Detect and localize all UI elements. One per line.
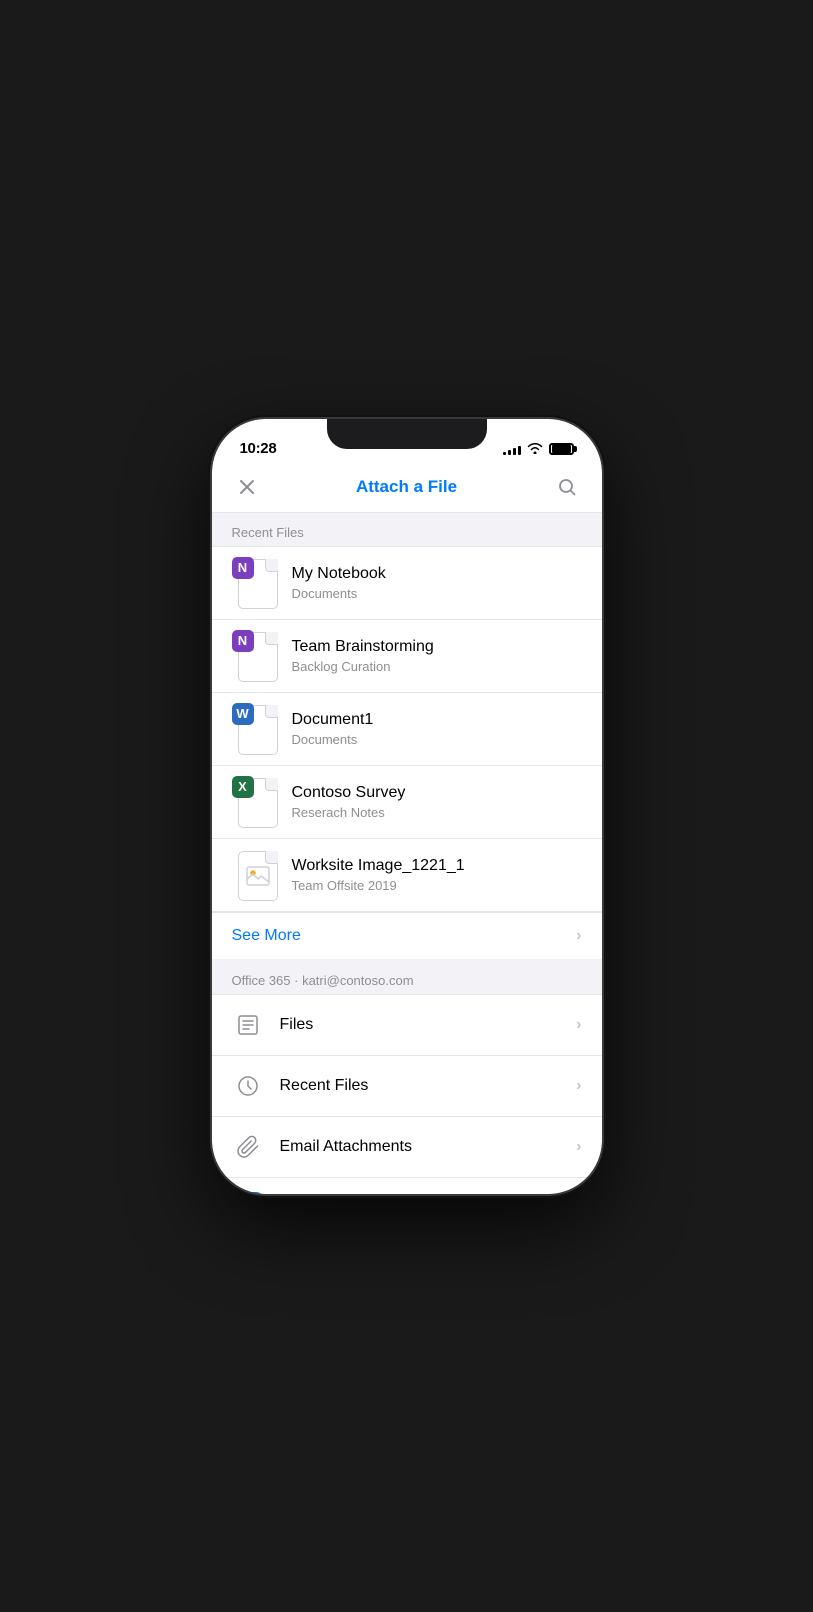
files-icon	[232, 1009, 264, 1041]
files-nav-item[interactable]: Files ›	[212, 995, 602, 1056]
see-more-label: See More	[232, 927, 301, 945]
file-info: Worksite Image_1221_1 Team Offsite 2019	[292, 856, 582, 894]
status-icons	[503, 442, 574, 457]
file-location: Documents	[292, 586, 582, 601]
file-location: Reserach Notes	[292, 805, 582, 820]
list-item[interactable]: X Contoso Survey Reserach Notes	[212, 766, 602, 839]
paperclip-icon	[232, 1131, 264, 1163]
see-more-recent-button[interactable]: See More ›	[212, 912, 602, 959]
file-info: Document1 Documents	[292, 710, 582, 748]
list-item[interactable]: N Team Brainstorming Backlog Curation	[212, 620, 602, 693]
file-icon-word: W	[232, 703, 278, 755]
clock-icon	[232, 1070, 264, 1102]
file-info: Team Brainstorming Backlog Curation	[292, 637, 582, 675]
file-location: Team Offsite 2019	[292, 878, 582, 893]
chevron-right-icon: ›	[576, 1138, 581, 1156]
list-item[interactable]: N My Notebook Documents	[212, 547, 602, 620]
status-time: 10:28	[240, 440, 277, 457]
file-icon-onenote: N	[232, 630, 278, 682]
content-area: Recent Files N My Notebook Documents	[212, 513, 602, 1194]
chevron-right-icon: ›	[576, 927, 581, 945]
chevron-right-icon: ›	[576, 1016, 581, 1034]
nav-bar: Attach a File	[212, 463, 602, 513]
office-nav-list: Files › Recent Files ›	[212, 994, 602, 1194]
recent-files-list: N My Notebook Documents N Team Brainstor…	[212, 546, 602, 912]
chevron-right-icon: ›	[576, 1077, 581, 1095]
excel-badge: X	[232, 776, 254, 798]
file-name: My Notebook	[292, 564, 582, 585]
email-attachments-label: Email Attachments	[280, 1138, 561, 1156]
files-label: Files	[280, 1016, 561, 1034]
onenote-badge: N	[232, 557, 254, 579]
file-name: Team Brainstorming	[292, 637, 582, 658]
recent-files-nav-item[interactable]: Recent Files ›	[212, 1056, 602, 1117]
file-icon-onenote: N	[232, 557, 278, 609]
file-icon-excel: X	[232, 776, 278, 828]
file-location: Documents	[292, 732, 582, 747]
onenote-badge: N	[232, 630, 254, 652]
image-icon	[246, 866, 270, 886]
wifi-icon	[527, 442, 543, 457]
email-attachments-nav-item[interactable]: Email Attachments ›	[212, 1117, 602, 1178]
office-section-header: Office 365 · katri@contoso.com	[212, 959, 602, 994]
notch	[327, 419, 487, 449]
file-name: Document1	[292, 710, 582, 731]
phone-screen: 10:28	[212, 419, 602, 1194]
search-button[interactable]	[552, 472, 582, 502]
contoso-suites-nav-item[interactable]: CS Contoso Suites ›	[212, 1178, 602, 1194]
file-name: Worksite Image_1221_1	[292, 856, 582, 877]
file-info: My Notebook Documents	[292, 564, 582, 602]
file-info: Contoso Survey Reserach Notes	[292, 783, 582, 821]
signal-icon	[503, 443, 521, 455]
list-item[interactable]: Worksite Image_1221_1 Team Offsite 2019	[212, 839, 602, 911]
battery-icon	[549, 443, 574, 455]
word-badge: W	[232, 703, 254, 725]
list-item[interactable]: W Document1 Documents	[212, 693, 602, 766]
recent-files-header: Recent Files	[212, 513, 602, 546]
file-location: Backlog Curation	[292, 659, 582, 674]
phone-frame: 10:28	[212, 419, 602, 1194]
recent-files-label: Recent Files	[280, 1077, 561, 1095]
nav-title: Attach a File	[356, 477, 457, 497]
contoso-suites-badge: CS	[232, 1192, 264, 1194]
file-name: Contoso Survey	[292, 783, 582, 804]
close-button[interactable]	[232, 472, 262, 502]
file-icon-image	[232, 849, 278, 901]
